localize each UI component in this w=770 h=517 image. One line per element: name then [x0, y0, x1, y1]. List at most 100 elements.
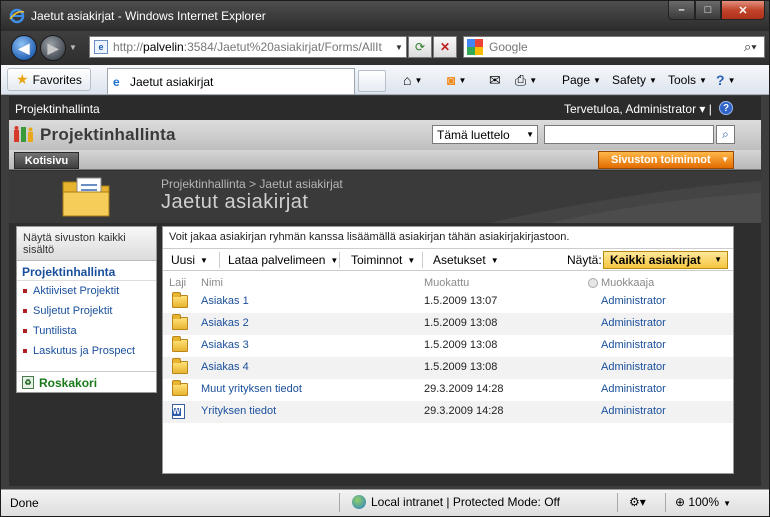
column-header-modified[interactable]: Muokattu: [424, 277, 469, 289]
table-row[interactable]: Asiakas 2 1.5.2009 13:08 Administrator: [163, 313, 733, 335]
toolbar-separator: [339, 252, 340, 268]
item-name-link[interactable]: Asiakas 1: [201, 295, 249, 307]
column-header-name[interactable]: Nimi: [201, 277, 223, 289]
table-row[interactable]: Asiakas 1 1.5.2009 13:07 Administrator: [163, 291, 733, 313]
table-row[interactable]: Asiakas 4 1.5.2009 13:08 Administrator: [163, 357, 733, 379]
item-editor-link[interactable]: Administrator: [601, 361, 666, 373]
folder-icon: [172, 292, 188, 308]
top-site-link[interactable]: Projektinhallinta: [15, 102, 100, 116]
table-row[interactable]: Asiakas 3 1.5.2009 13:08 Administrator: [163, 335, 733, 357]
print-button[interactable]: ⎙ ▼: [515, 72, 537, 88]
nav-item-tuntilista[interactable]: Tuntilista: [23, 325, 77, 337]
stop-button[interactable]: ✕: [433, 36, 457, 58]
printer-icon: ⎙: [515, 71, 527, 88]
view-selector[interactable]: Kaikki asiakirjat ▼: [603, 251, 728, 269]
site-actions-menu[interactable]: Sivuston toiminnot ▼: [598, 151, 734, 169]
nav-item-label: Suljetut Projektit: [33, 305, 113, 317]
item-editor-link[interactable]: Administrator: [601, 317, 666, 329]
help-icon[interactable]: ?: [719, 101, 733, 115]
item-editor-link[interactable]: Administrator: [601, 405, 666, 417]
url-path: :3584/Jaetut%20asiakirjat/Forms/AllIt: [183, 40, 382, 54]
item-editor-link[interactable]: Administrator: [601, 383, 666, 395]
column-header-type[interactable]: Laji: [169, 277, 186, 289]
view-all-content-link[interactable]: Näytä sivuston kaikki sisältö: [17, 227, 156, 261]
new-menu[interactable]: Uusi ▼: [171, 253, 208, 267]
document-library: Voit jakaa asiakirjan ryhmän kanssa lisä…: [162, 226, 734, 474]
table-row[interactable]: Muut yrityksen tiedot 29.3.2009 14:28 Ad…: [163, 379, 733, 401]
search-scope-select[interactable]: Tämä luettelo ▼: [432, 125, 538, 144]
nav-item-aktiiviset-projektit[interactable]: Aktiiviset Projektit: [23, 285, 119, 297]
item-editor-link[interactable]: Administrator: [601, 339, 666, 351]
feeds-button[interactable]: ◙ ▼: [447, 72, 466, 88]
help-menu[interactable]: ? ▼: [716, 72, 735, 88]
item-name-link[interactable]: Yrityksen tiedot: [201, 405, 276, 417]
recycle-bin-link[interactable]: ♻ Roskakori: [17, 371, 156, 393]
security-zone-label: Local intranet | Protected Mode: Off: [371, 495, 560, 509]
search-box[interactable]: Google ⌕▾: [463, 36, 765, 58]
item-name-link[interactable]: Muut yrityksen tiedot: [201, 383, 302, 395]
safety-menu[interactable]: Safety ▼: [612, 72, 657, 88]
chevron-down-icon: ▼: [526, 130, 534, 139]
browser-tab[interactable]: e Jaetut asiakirjat: [107, 68, 355, 94]
item-modified: 1.5.2009 13:08: [424, 339, 498, 351]
item-modified: 29.3.2009 14:28: [424, 383, 504, 395]
protected-mode-icon[interactable]: ⚙▾: [629, 495, 646, 509]
mail-icon: ✉: [489, 71, 501, 88]
minimize-button[interactable]: –: [668, 1, 695, 20]
site-title[interactable]: Projektinhallinta: [40, 125, 176, 145]
address-bar[interactable]: e http://palvelin:3584/Jaetut%20asiakirj…: [89, 36, 407, 58]
maximize-button[interactable]: □: [695, 1, 721, 20]
folder-icon: [172, 336, 188, 352]
nav-item-suljetut-projektit[interactable]: Suljetut Projektit: [23, 305, 112, 317]
tools-menu[interactable]: Tools ▼: [668, 72, 707, 88]
new-tab-button[interactable]: [358, 70, 386, 92]
settings-menu-label: Asetukset: [433, 253, 486, 267]
item-name-link[interactable]: Asiakas 2: [201, 317, 249, 329]
magnifier-icon: ⊕: [675, 495, 686, 509]
favorites-button[interactable]: ★ Favorites: [7, 68, 91, 91]
column-header-editor[interactable]: Muokkaaja: [588, 277, 654, 289]
back-button[interactable]: ◀: [11, 35, 37, 61]
table-row[interactable]: W Yrityksen tiedot 29.3.2009 14:28 Admin…: [163, 401, 733, 423]
breadcrumb[interactable]: Projektinhallinta > Jaetut asiakirjat: [161, 177, 343, 191]
security-zone[interactable]: Local intranet | Protected Mode: Off: [352, 495, 560, 509]
document-library-icon: [62, 177, 110, 217]
item-name-link[interactable]: Asiakas 3: [201, 339, 249, 351]
library-description: Voit jakaa asiakirjan ryhmän kanssa lisä…: [169, 231, 570, 243]
google-icon: [467, 39, 483, 55]
actions-menu[interactable]: Toiminnot ▼: [351, 253, 415, 267]
refresh-button[interactable]: ⟳: [408, 36, 432, 58]
item-editor-link[interactable]: Administrator: [601, 295, 666, 307]
address-dropdown-icon[interactable]: ▼: [392, 43, 406, 52]
settings-menu[interactable]: Asetukset ▼: [433, 253, 499, 267]
tab-home[interactable]: Kotisivu: [14, 152, 79, 169]
chevron-down-icon: ▼: [407, 255, 416, 265]
item-modified: 1.5.2009 13:07: [424, 295, 498, 307]
welcome-menu[interactable]: Tervetuloa, Administrator ▾ |: [564, 102, 712, 116]
library-toolbar: Uusi ▼ Lataa palvelimeen ▼ Toiminnot ▼ Aset…: [163, 248, 733, 271]
recent-pages-dropdown[interactable]: ▼: [69, 43, 77, 52]
site-search-input[interactable]: [544, 125, 714, 144]
view-selector-value: Kaikki asiakirjat: [610, 253, 701, 267]
zoom-control[interactable]: ⊕ 100% ▼: [675, 495, 731, 509]
search-icon[interactable]: ⌕▾: [744, 39, 764, 55]
url-host: palvelin: [143, 40, 184, 54]
nav-item-label: Aktiiviset Projektit: [33, 285, 120, 297]
nav-item-label: Tuntilista: [33, 325, 77, 337]
favorites-label: Favorites: [32, 72, 82, 87]
page-menu[interactable]: Page ▼: [562, 72, 601, 88]
home-icon: ⌂: [403, 72, 412, 88]
rss-icon: ◙: [447, 72, 456, 88]
item-name-link[interactable]: Asiakas 4: [201, 361, 249, 373]
quick-launch-heading[interactable]: Projektinhallinta: [17, 261, 156, 281]
upload-menu[interactable]: Lataa palvelimeen ▼: [228, 253, 338, 267]
mail-button[interactable]: ✉: [489, 72, 501, 88]
address-url[interactable]: http://palvelin:3584/Jaetut%20asiakirjat…: [113, 40, 392, 54]
nav-item-laskutus-ja-prospect[interactable]: Laskutus ja Prospect: [23, 345, 135, 357]
actions-menu-label: Toiminnot: [351, 253, 403, 267]
close-button[interactable]: ✕: [721, 1, 765, 20]
home-button[interactable]: ⌂ ▼: [403, 72, 422, 88]
bullet-icon: [23, 289, 27, 293]
forward-button[interactable]: ▶: [40, 35, 66, 61]
site-search-button[interactable]: ⌕: [716, 125, 735, 144]
